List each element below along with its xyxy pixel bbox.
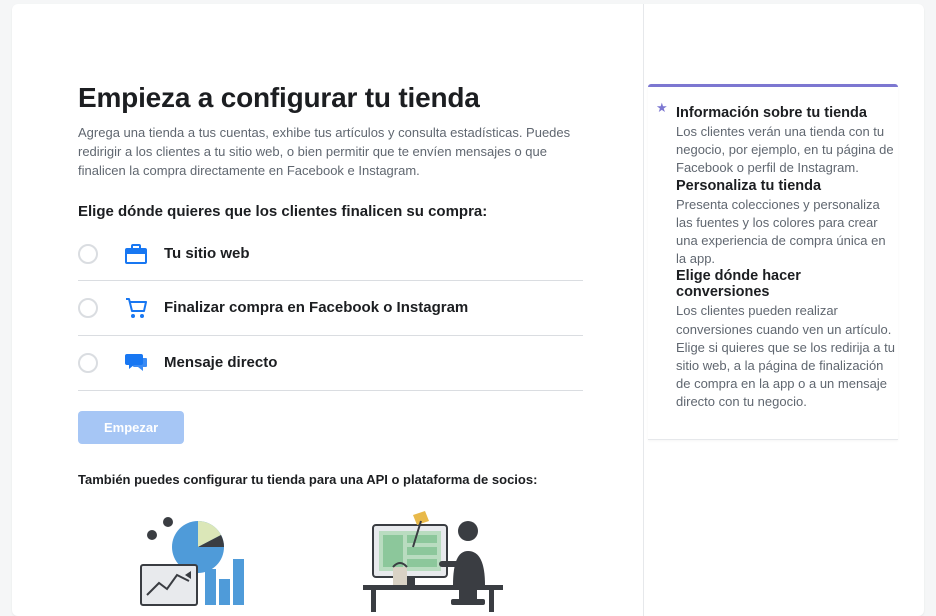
radio-button[interactable] [78, 353, 98, 373]
info-title: Información sobre tu tienda [676, 105, 898, 121]
info-box: Información sobre tu tienda Los clientes… [648, 84, 898, 440]
start-button[interactable]: Empezar [78, 411, 184, 444]
info-column: ★ Información sobre tu tienda Los client… [644, 4, 924, 616]
option-label: Finalizar compra en Facebook o Instagram [164, 299, 468, 316]
option-your-website[interactable]: Tu sitio web [78, 242, 583, 281]
option-label: Mensaje directo [164, 354, 277, 371]
briefcase-icon [122, 244, 150, 264]
info-item: Personaliza tu tienda Presenta coleccion… [676, 178, 898, 269]
radio-button[interactable] [78, 298, 98, 318]
radio-button[interactable] [78, 244, 98, 264]
info-body: Los clientes pueden realizar conversione… [676, 302, 898, 411]
star-icon: ★ [656, 100, 668, 116]
analytics-illustration-icon [78, 507, 288, 612]
option-facebook-instagram-checkout[interactable]: Finalizar compra en Facebook o Instagram [78, 281, 583, 336]
main-column: Empieza a configurar tu tienda Agrega un… [12, 4, 644, 616]
chat-icon [122, 352, 150, 374]
info-item: Elige dónde hacer conversiones Los clien… [676, 268, 898, 411]
checkout-options: Tu sitio web Finalizar compra en Faceboo… [78, 242, 583, 391]
info-item: Información sobre tu tienda Los clientes… [676, 105, 898, 178]
choose-subheading: Elige dónde quieres que los clientes fin… [78, 203, 583, 220]
info-body: Presenta colecciones y personaliza las f… [676, 196, 898, 269]
alt-tiles: Usar una plataforma de socios [78, 507, 583, 616]
page-title: Empieza a configurar tu tienda [78, 82, 583, 114]
option-label: Tu sitio web [164, 245, 250, 262]
info-title: Elige dónde hacer conversiones [676, 268, 898, 300]
page-lead: Agrega una tienda a tus cuentas, exhibe … [78, 124, 578, 181]
option-direct-message[interactable]: Mensaje directo [78, 336, 583, 391]
cart-icon [122, 297, 150, 319]
tile-test-store[interactable]: Crear una tienda de prueba [328, 507, 538, 616]
desk-illustration-icon [328, 507, 538, 612]
info-body: Los clientes verán una tienda con tu neg… [676, 123, 898, 178]
also-subheading: También puedes configurar tu tienda para… [78, 472, 583, 487]
setup-card: Empieza a configurar tu tienda Agrega un… [12, 4, 924, 616]
info-title: Personaliza tu tienda [676, 178, 898, 194]
tile-partner-platform[interactable]: Usar una plataforma de socios [78, 507, 288, 616]
